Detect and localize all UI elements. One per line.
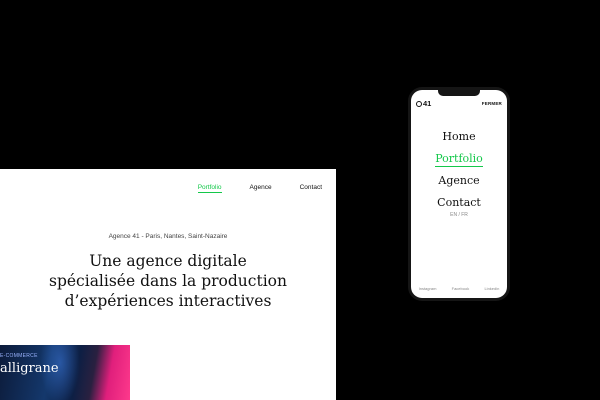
menu-item-agence[interactable]: Agence (411, 170, 507, 192)
phone-notch (438, 90, 480, 96)
card-title: alligrane (0, 361, 59, 376)
desktop-nav: Portfolio Agence Contact (197, 184, 322, 193)
menu-item-label: Portfolio (435, 152, 483, 167)
menu-item-home[interactable]: Home (411, 126, 507, 148)
menu-item-label: Agence (438, 174, 480, 187)
menu-item-label: Home (442, 130, 476, 143)
logo-text: 41 (423, 99, 432, 108)
social-link-facebook[interactable]: Facebook (452, 286, 470, 291)
agency-locations: Agence 41 - Paris, Nantes, Saint-Nazaire (108, 233, 228, 240)
desktop-mockup: Portfolio Agence Contact Agence 41 - Par… (0, 169, 336, 400)
menu-item-portfolio[interactable]: Portfolio (411, 148, 507, 170)
phone-mockup: 41 FERMER Home Portfolio Agence Contact … (408, 87, 510, 301)
social-link-linkedin[interactable]: Linkedin (484, 286, 499, 291)
headline-line: spécialisée dans la production (49, 272, 287, 290)
headline-line: d’expériences interactives (64, 292, 272, 310)
nav-agence-link[interactable]: Agence (250, 184, 272, 193)
logo[interactable]: 41 (416, 99, 431, 108)
menu-item-label: Contact (437, 196, 481, 209)
hero-headline: Une agence digitale spécialisée dans la … (0, 251, 336, 311)
nav-portfolio-link[interactable]: Portfolio (197, 184, 222, 193)
headline-line: Une agence digitale (89, 252, 247, 270)
social-link-instagram[interactable]: Instagram (419, 286, 437, 291)
nav-contact-link[interactable]: Contact (300, 184, 322, 193)
logo-circle-icon (416, 100, 422, 107)
phone-screen: 41 FERMER Home Portfolio Agence Contact … (411, 90, 507, 298)
menu-item-contact[interactable]: Contact (411, 192, 507, 214)
mobile-menu: Home Portfolio Agence Contact (411, 126, 507, 214)
close-menu-button[interactable]: FERMER (482, 101, 502, 106)
language-switch[interactable]: EN / FR (411, 212, 507, 218)
card-category: E-COMMERCE (0, 353, 38, 359)
portfolio-card[interactable]: E-COMMERCE alligrane (0, 345, 130, 400)
social-links: Instagram Facebook Linkedin (411, 286, 507, 291)
